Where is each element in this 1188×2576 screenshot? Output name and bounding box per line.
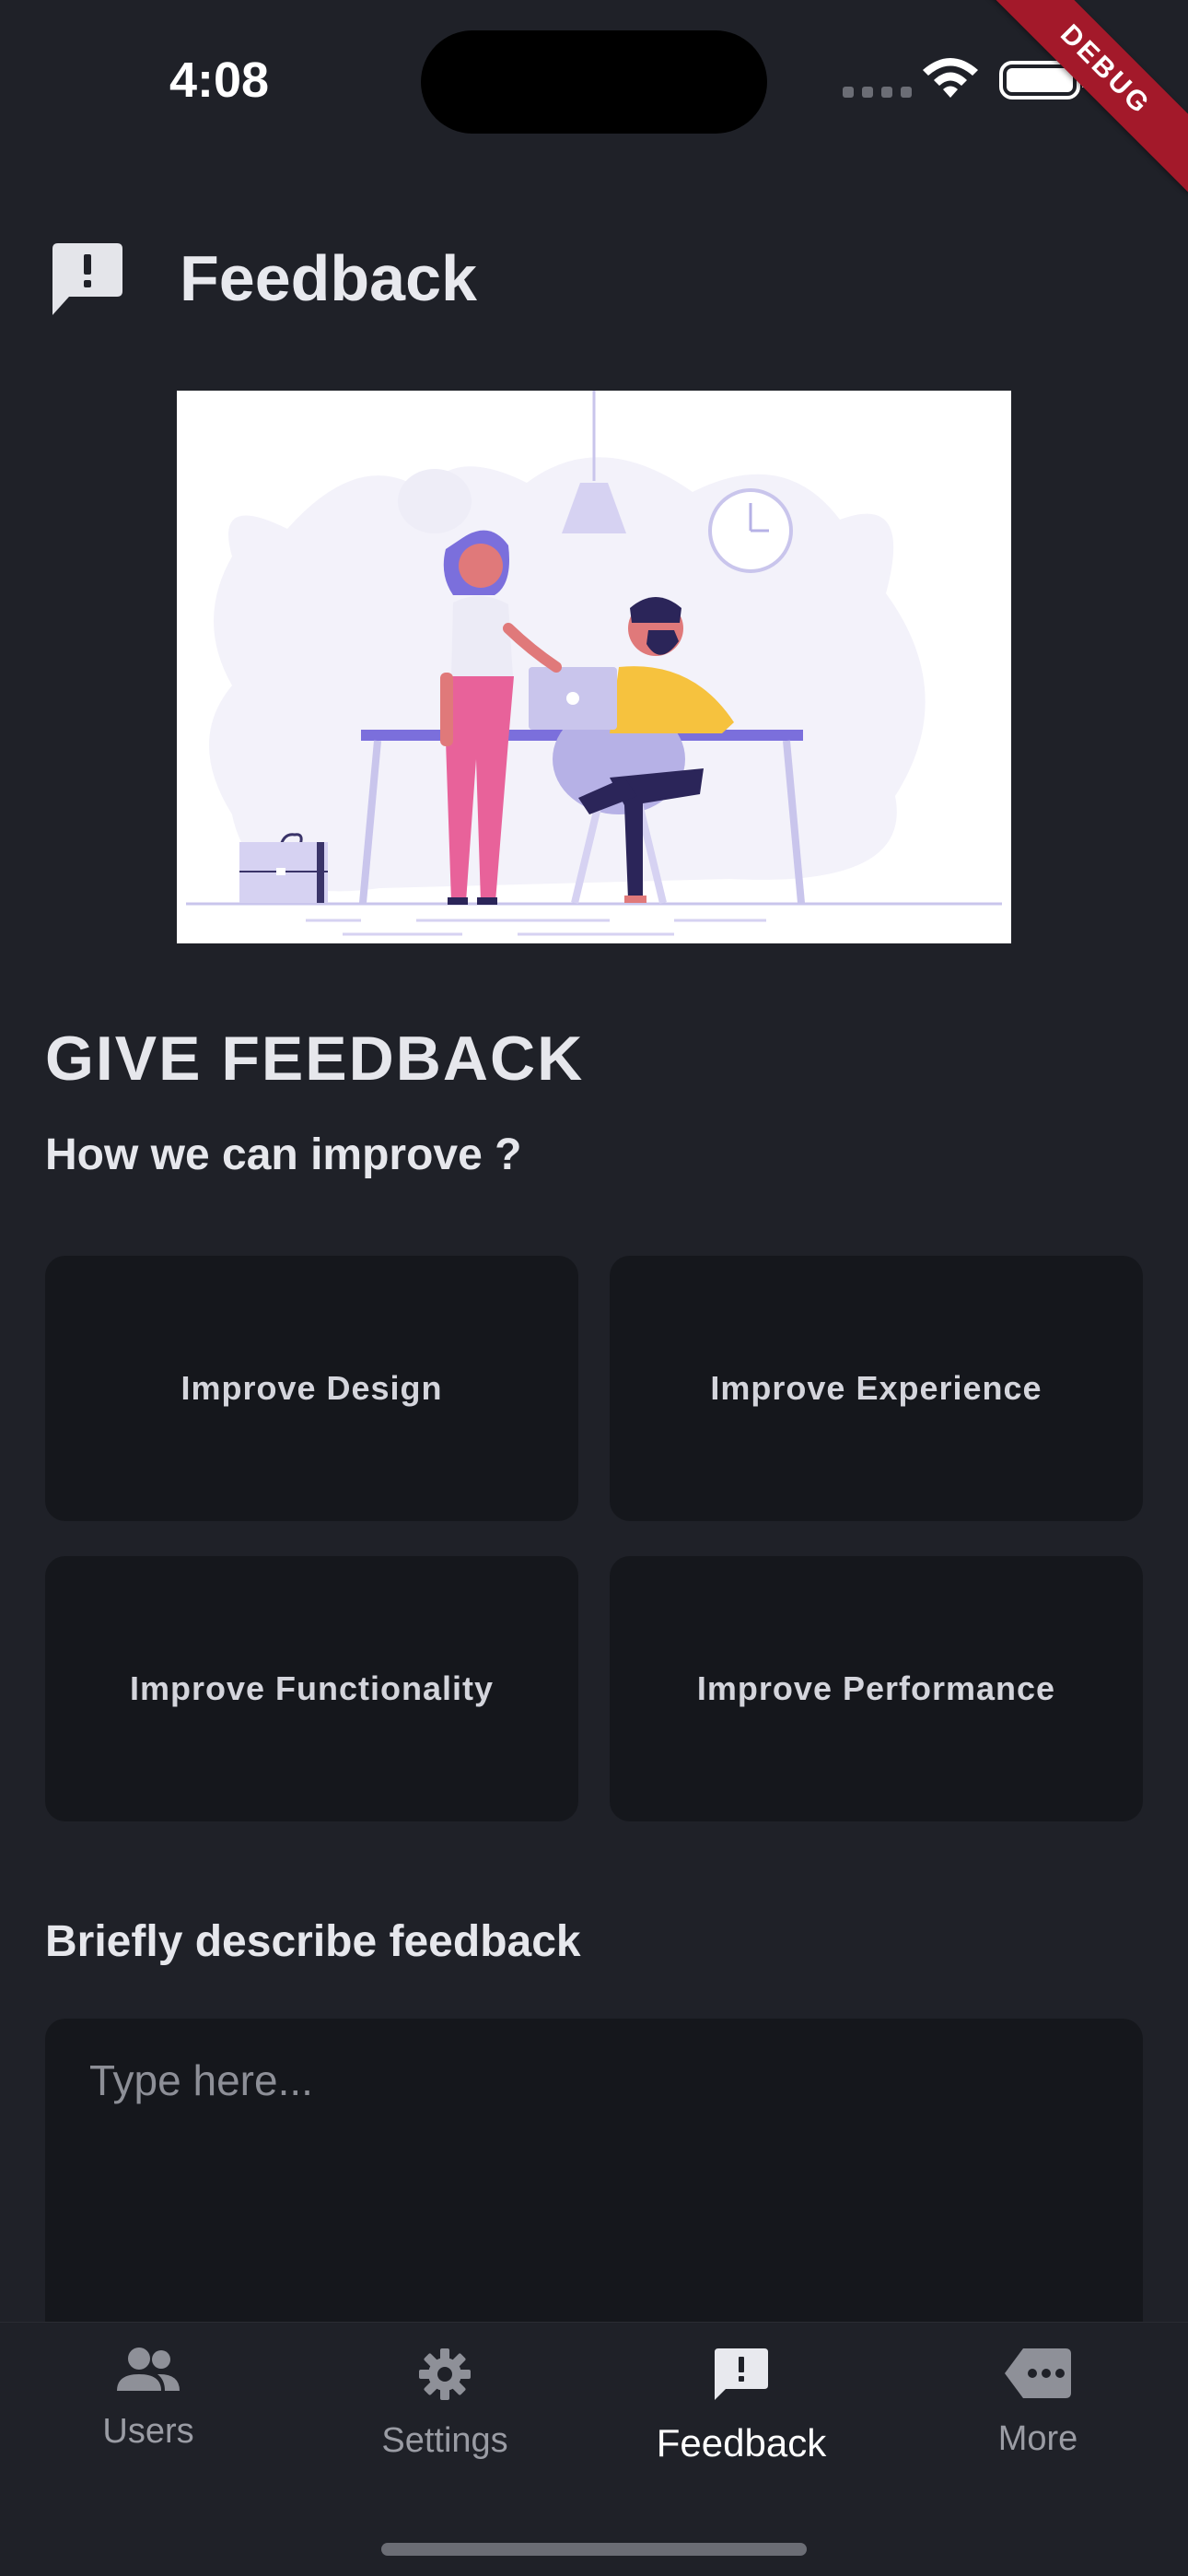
- describe-label: Briefly describe feedback: [45, 1917, 581, 1966]
- signal-icon: [843, 87, 912, 98]
- feedback-icon: [51, 241, 124, 322]
- option-improve-performance[interactable]: Improve Performance: [610, 1556, 1143, 1821]
- status-time: 4:08: [169, 53, 270, 108]
- page-title: Feedback: [180, 242, 477, 314]
- nav-item-feedback[interactable]: Feedback: [593, 2347, 890, 2465]
- users-icon: [115, 2347, 181, 2397]
- nav-label-feedback: Feedback: [656, 2421, 827, 2465]
- nav-label-settings: Settings: [381, 2421, 508, 2460]
- bottom-nav: Users Settings Feedback More: [0, 2322, 1188, 2576]
- section-title: GIVE FEEDBACK: [45, 1024, 585, 1094]
- nav-label-more: More: [997, 2419, 1078, 2458]
- nav-item-users[interactable]: Users: [0, 2347, 297, 2452]
- option-improve-experience[interactable]: Improve Experience: [610, 1256, 1143, 1521]
- option-improve-functionality[interactable]: Improve Functionality: [45, 1556, 578, 1821]
- home-indicator: [381, 2543, 807, 2556]
- dynamic-island: [421, 30, 767, 134]
- nav-label-users: Users: [102, 2412, 194, 2451]
- gear-icon: [417, 2347, 472, 2406]
- feedback-illustration: [177, 391, 1011, 943]
- more-icon: [1003, 2347, 1073, 2405]
- section-subtitle: How we can improve ?: [45, 1130, 522, 1179]
- feedback-icon: [713, 2347, 770, 2408]
- nav-item-settings[interactable]: Settings: [297, 2347, 593, 2461]
- nav-item-more[interactable]: More: [890, 2347, 1186, 2459]
- option-improve-design[interactable]: Improve Design: [45, 1256, 578, 1521]
- feedback-input[interactable]: [45, 2019, 1143, 2323]
- wifi-icon: [921, 57, 980, 106]
